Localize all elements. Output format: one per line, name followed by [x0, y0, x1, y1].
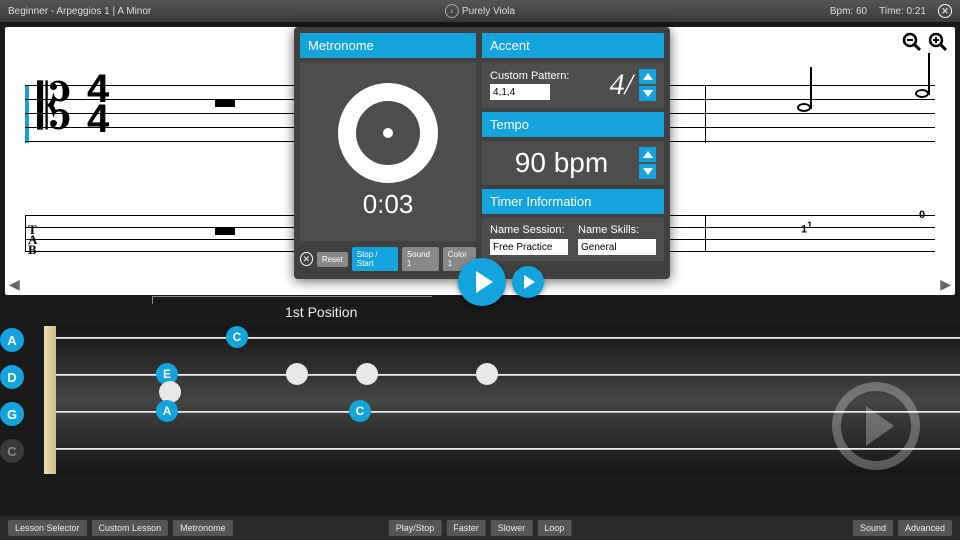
timer-header: Timer Information — [482, 189, 664, 214]
fingerboard[interactable]: CEAC — [56, 326, 960, 474]
metronome-dial-icon — [338, 83, 438, 183]
topbar: Beginner - Arpeggios 1 | A Minor ♪ Purel… — [0, 0, 960, 22]
sound-menu-button[interactable]: Sound — [853, 520, 893, 536]
fret-note-c[interactable]: C — [349, 400, 371, 422]
prev-page-icon[interactable]: ◀ — [9, 276, 20, 293]
time-indicator: Time: 0:21 — [879, 6, 926, 17]
sound-button[interactable]: Sound 1 — [402, 247, 439, 271]
metronome-header: Metronome — [300, 33, 476, 58]
session-input[interactable] — [490, 239, 568, 255]
tempo-up-button[interactable] — [639, 147, 656, 162]
accent-down-button[interactable] — [639, 86, 656, 101]
session-label: Name Session: — [490, 224, 568, 236]
reset-button[interactable]: Reset — [317, 252, 348, 267]
nut-icon — [44, 326, 56, 474]
fret-note-c[interactable]: C — [226, 326, 248, 348]
whole-rest — [215, 100, 235, 107]
accent-up-button[interactable] — [639, 69, 656, 84]
bottombar: Lesson Selector Custom Lesson Metronome … — [0, 516, 960, 540]
zoom-in-icon[interactable] — [927, 31, 949, 53]
accent-header: Accent — [482, 33, 664, 58]
fret-note[interactable] — [476, 363, 498, 385]
skills-input[interactable] — [578, 239, 656, 255]
app-logo-icon: ♪ — [445, 4, 459, 18]
tempo-header: Tempo — [482, 112, 664, 137]
metronome-toggle-button[interactable]: Metronome — [173, 520, 233, 536]
open-string-a[interactable]: A — [0, 328, 24, 352]
position-label: 1st Position — [285, 304, 357, 320]
pattern-label: Custom Pattern: — [490, 70, 569, 82]
playstop-button[interactable]: Play/Stop — [389, 520, 442, 536]
lesson-selector-button[interactable]: Lesson Selector — [8, 520, 87, 536]
metronome-panel: Metronome 0:03 ✕ Reset Stop / Start Soun… — [294, 27, 670, 279]
fret-note-a[interactable]: A — [156, 400, 178, 422]
advanced-button[interactable]: Advanced — [898, 520, 952, 536]
open-string-c[interactable]: C — [0, 439, 24, 463]
panel-close-icon[interactable]: ✕ — [300, 252, 313, 266]
open-string-g[interactable]: G — [0, 402, 24, 426]
loop-button[interactable]: Loop — [537, 520, 571, 536]
breadcrumb: Beginner - Arpeggios 1 | A Minor — [8, 6, 151, 17]
app-title: ♪ Purely Viola — [445, 4, 515, 18]
tempo-value: 90 bpm — [515, 147, 608, 179]
alto-clef-icon: 𝄡 — [37, 77, 72, 139]
close-icon[interactable]: ✕ — [938, 4, 952, 18]
stop-start-button[interactable]: Stop / Start — [352, 247, 398, 271]
skills-label: Name Skills: — [578, 224, 656, 236]
tempo-down-button[interactable] — [639, 164, 656, 179]
pattern-input[interactable] — [490, 84, 550, 100]
open-string-d[interactable]: D — [0, 365, 24, 389]
advance-arrow-icon[interactable] — [832, 382, 920, 470]
accent-display: 4/ — [610, 68, 633, 102]
time-signature: 44 — [87, 74, 109, 134]
fret-note[interactable] — [286, 363, 308, 385]
fretboard: 1st Position ADGC CEAC — [0, 296, 960, 492]
tab-label: TAB — [28, 225, 37, 255]
fret-note[interactable] — [356, 363, 378, 385]
custom-lesson-button[interactable]: Custom Lesson — [92, 520, 169, 536]
slower-button[interactable]: Slower — [491, 520, 533, 536]
step-button[interactable] — [512, 266, 544, 298]
metronome-elapsed: 0:03 — [363, 189, 414, 220]
faster-button[interactable]: Faster — [446, 520, 486, 536]
next-page-icon[interactable]: ▶ — [940, 276, 951, 293]
metronome-body: 0:03 — [300, 62, 476, 241]
zoom-out-icon[interactable] — [901, 31, 923, 53]
bpm-indicator: Bpm: 60 — [830, 6, 867, 17]
